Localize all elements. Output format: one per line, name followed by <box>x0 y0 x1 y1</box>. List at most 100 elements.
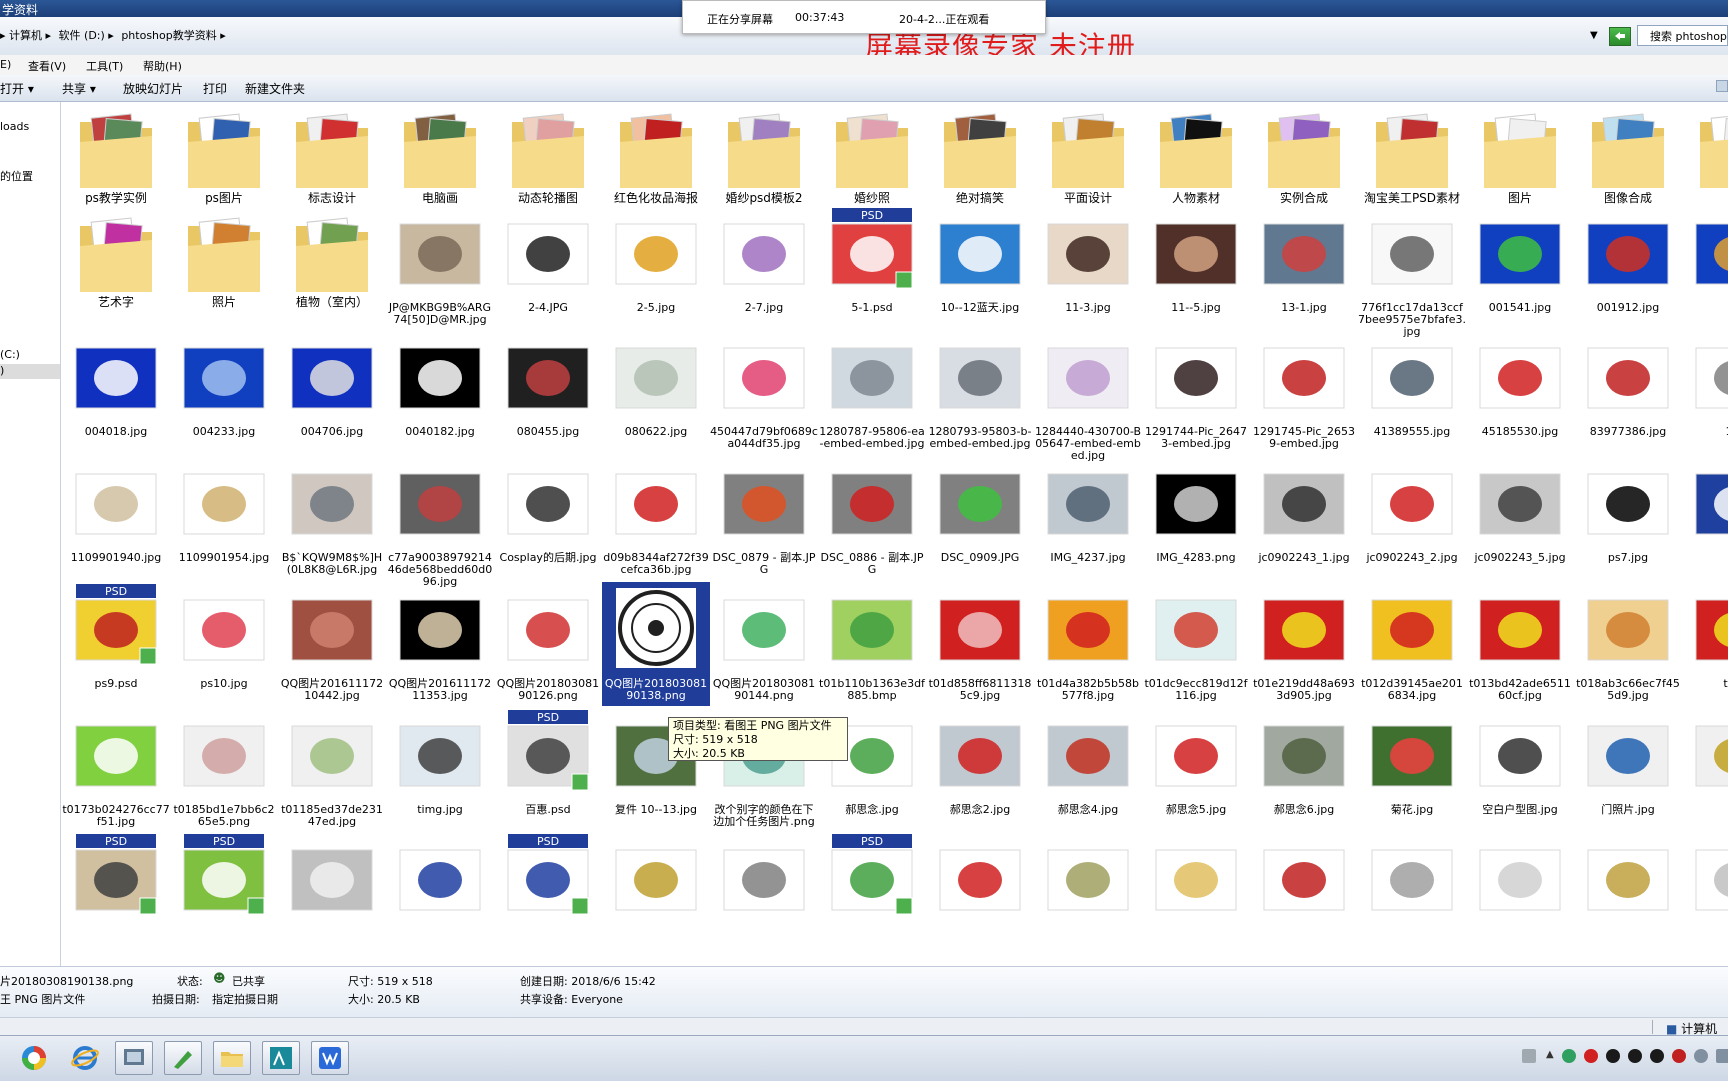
nav-item-drive-d[interactable]: ) <box>0 364 4 377</box>
file-item[interactable]: 郝思念6.jpg <box>1250 708 1358 830</box>
file-item[interactable] <box>1034 832 1142 911</box>
file-item[interactable]: jc0902243_1.jpg <box>1250 456 1358 580</box>
volume-icon[interactable] <box>1694 1049 1708 1063</box>
file-item[interactable]: PSD 5-1.psd <box>818 206 926 328</box>
file-item[interactable]: 10--12蓝天.jpg <box>926 206 1034 328</box>
file-item[interactable]: PSD <box>170 832 278 915</box>
details-date-taken-value[interactable]: 指定拍摄日期 <box>212 991 278 1007</box>
file-item[interactable] <box>602 832 710 911</box>
taskbar-app-explorer-tools[interactable] <box>115 1041 153 1075</box>
file-item[interactable]: timg.jpg <box>386 708 494 830</box>
search-input[interactable]: 搜索 phtoshop教学资料 <box>1637 25 1728 46</box>
file-item[interactable]: t01d4a382b5b58b577f8.jpg <box>1034 582 1142 706</box>
file-item[interactable]: 776f1cc17da13ccf7bee9575e7bfafe3.jpg <box>1358 206 1466 338</box>
file-item[interactable]: jc0902243_2.jpg <box>1358 456 1466 580</box>
file-item[interactable]: t013bd42ade651160cf.jpg <box>1466 582 1574 706</box>
file-item[interactable]: Cosplay的后期.jpg <box>494 456 602 580</box>
file-item[interactable]: 83977386.jpg <box>1574 330 1682 454</box>
folder-item[interactable]: 图像合成 <box>1574 102 1682 205</box>
folder-item[interactable]: 婚纱psd模板2 <box>710 102 818 205</box>
file-item[interactable]: ps10.jpg <box>170 582 278 706</box>
folder-item[interactable]: 淘宝美工PSD素材 <box>1358 102 1466 205</box>
file-item[interactable] <box>1142 832 1250 911</box>
file-item[interactable]: 45185530.jpg <box>1466 330 1574 454</box>
file-item[interactable]: t01d858ff68113185c9.jpg <box>926 582 1034 706</box>
file-item[interactable]: QQ图片20161117210442.jpg <box>278 582 386 706</box>
file-item[interactable] <box>386 832 494 911</box>
file-item[interactable] <box>1682 708 1728 830</box>
file-item[interactable]: c77a9003897921446de568bedd60d096.jpg <box>386 456 494 588</box>
file-item[interactable]: t01e219dd48a6933d905.jpg <box>1250 582 1358 706</box>
breadcrumb-drive[interactable]: 软件 (D:) ▸ <box>59 29 114 42</box>
share-button[interactable]: 共享 ▾ <box>62 80 96 97</box>
file-item[interactable]: 1291745-Pic_26539-embed.jpg <box>1250 330 1358 454</box>
file-item[interactable]: JP@MKBG9B%ARG74[50]D@MR.jpg <box>386 206 494 328</box>
view-options-icon[interactable] <box>1716 80 1728 92</box>
taskbar-app-file-explorer[interactable] <box>213 1041 251 1075</box>
breadcrumb-computer[interactable]: ▸ 计算机 ▸ <box>0 29 51 42</box>
folder-item[interactable]: 动态轮播图 <box>494 102 602 205</box>
qq-icon[interactable] <box>1606 1049 1620 1063</box>
file-item[interactable]: jc0902243_5.jpg <box>1466 456 1574 580</box>
file-item[interactable]: 门照片.jpg <box>1574 708 1682 830</box>
file-item[interactable]: t01dc9ecc819d12f116.jpg <box>1142 582 1250 706</box>
file-item[interactable] <box>1358 832 1466 911</box>
address-history-dropdown[interactable]: ▼ <box>1590 30 1598 41</box>
qq-icon-2[interactable] <box>1628 1049 1642 1063</box>
folder-item[interactable] <box>1682 102 1728 204</box>
file-item[interactable] <box>926 832 1034 911</box>
file-item[interactable]: DSC_0909.JPG <box>926 456 1034 580</box>
folder-item[interactable]: 人物素材 <box>1142 102 1250 205</box>
screen-share-popup[interactable]: 正在分享屏幕 00:37:43 20-4-2...正在观看 <box>682 0 1046 34</box>
file-item[interactable]: 1284440-430700-B05647-embed-embed.jpg <box>1034 330 1142 462</box>
folder-item[interactable]: 图片 <box>1466 102 1574 205</box>
file-item[interactable]: 2-5.jpg <box>602 206 710 328</box>
antivirus-icon[interactable] <box>1672 1049 1686 1063</box>
file-item[interactable]: PSD <box>818 832 926 915</box>
file-item[interactable]: 004233.jpg <box>170 330 278 454</box>
file-item[interactable]: t0185bd1e7bb6c265e5.png <box>170 708 278 830</box>
folder-item[interactable]: 红色化妆品海报 <box>602 102 710 205</box>
nav-item-drive-c[interactable]: (C:) <box>0 348 20 361</box>
new-folder-button[interactable]: 新建文件夹 <box>245 80 305 97</box>
record-icon[interactable] <box>1584 1049 1598 1063</box>
file-item[interactable] <box>278 832 386 911</box>
file-item[interactable]: 1109901954.jpg <box>170 456 278 580</box>
refresh-button[interactable] <box>1609 27 1631 46</box>
file-item[interactable]: 2-4.JPG <box>494 206 602 328</box>
slideshow-button[interactable]: 放映幻灯片 <box>123 80 183 97</box>
file-item[interactable]: 41389555.jpg <box>1358 330 1466 454</box>
file-item[interactable]: 450447d79bf0689ca044df35.jpg <box>710 330 818 454</box>
file-item[interactable]: 001912.jpg <box>1574 206 1682 328</box>
file-item[interactable]: QQ图片20180308190138.png <box>602 582 710 706</box>
folder-item[interactable]: 照片 <box>170 206 278 328</box>
taskbar-app-chart[interactable] <box>262 1041 300 1075</box>
nav-item-downloads[interactable]: loads <box>0 120 29 133</box>
file-item[interactable]: 2-7.jpg <box>710 206 818 328</box>
folder-item[interactable]: 艺术字 <box>62 206 170 328</box>
file-item[interactable]: t01b110b1363e3df885.bmp <box>818 582 926 706</box>
folder-item[interactable]: 婚纱照 <box>818 102 926 205</box>
file-item[interactable]: 001541.jpg <box>1466 206 1574 328</box>
tray-expand-icon[interactable]: ▲ <box>1546 1049 1554 1063</box>
file-item[interactable]: QQ图片20180308190144.png <box>710 582 818 706</box>
file-item[interactable]: t016 <box>1682 582 1728 706</box>
file-item[interactable]: t012d39145ae2016834.jpg <box>1358 582 1466 706</box>
file-item[interactable]: 00 <box>1682 206 1728 328</box>
file-item[interactable]: 空白户型图.jpg <box>1466 708 1574 830</box>
file-item[interactable]: B$`KQW9M8$%]H(0L8K8@L6R.jpg <box>278 456 386 580</box>
file-item[interactable]: IMG_4237.jpg <box>1034 456 1142 580</box>
file-item[interactable]: 110 <box>1682 330 1728 454</box>
file-list[interactable]: ps教学实例 ps图片 标志设计 电脑画 动态轮播图 红色化妆品海报 婚纱psd模板2 婚纱照… <box>62 102 1728 966</box>
ie-button[interactable] <box>66 1041 104 1075</box>
folder-item[interactable]: 实例合成 <box>1250 102 1358 205</box>
file-item[interactable]: IMG_4283.png <box>1142 456 1250 580</box>
menu-view[interactable]: 查看(V) <box>28 58 66 74</box>
file-item[interactable] <box>1250 832 1358 911</box>
file-item[interactable]: t01185ed37de23147ed.jpg <box>278 708 386 830</box>
file-item[interactable]: 0040182.jpg <box>386 330 494 454</box>
file-item[interactable]: 1280787-95806-ea-embed-embed.jpg <box>818 330 926 454</box>
open-button[interactable]: 打开 ▾ <box>0 80 34 97</box>
qq-icon-3[interactable] <box>1650 1049 1664 1063</box>
file-item[interactable]: ps7.jpg <box>1574 456 1682 580</box>
